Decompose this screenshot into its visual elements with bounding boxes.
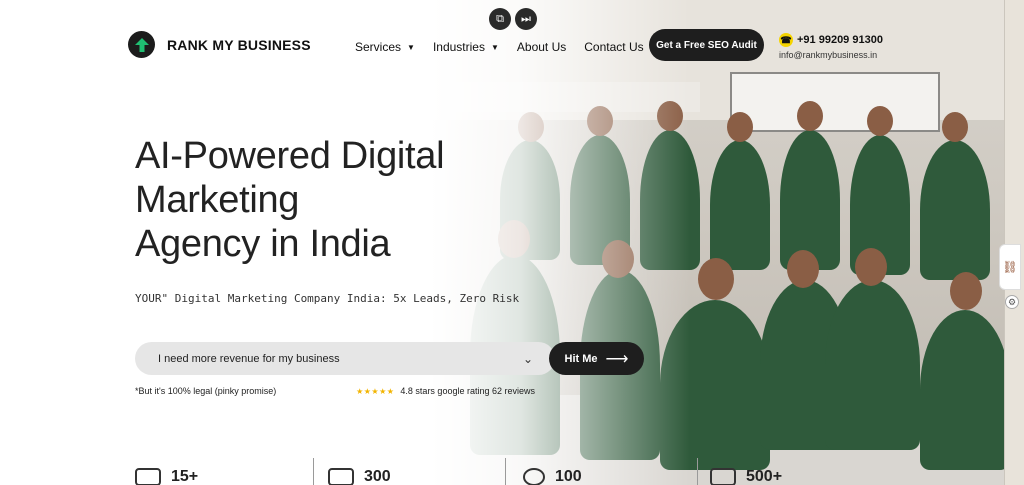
nav-label: Industries <box>432 40 485 54</box>
legal-note: *But it's 100% legal (pinky promise) <box>135 386 277 396</box>
up-arrow-icon <box>128 31 155 58</box>
free-seo-audit-button[interactable]: Get a Free SEO Audit <box>649 29 764 61</box>
hit-me-button[interactable]: Hit Me ⟶ <box>549 342 644 375</box>
stat-divider <box>313 458 314 485</box>
lead-form: I need more revenue for my business ⌄ Hi… <box>135 342 644 375</box>
nav-label: Contact Us <box>584 40 644 54</box>
team-member-head <box>855 248 887 286</box>
hero-title-line: Agency in India <box>135 223 391 265</box>
stat-item: 300 <box>328 468 391 485</box>
nav-industries[interactable]: Industries ▼ <box>433 40 499 54</box>
stat-item: 500+ <box>710 468 782 485</box>
skip-icon[interactable]: ⏭ <box>515 8 537 30</box>
person-icon: ⛓ <box>1002 260 1018 274</box>
hit-me-label: Hit Me <box>564 352 598 365</box>
team-member-head <box>950 272 982 310</box>
hero-title-line: AI-Powered Digital <box>135 135 445 177</box>
phone-number[interactable]: +91 99209 91300 <box>797 34 883 46</box>
team-member-head <box>698 258 734 300</box>
team-member-head <box>727 112 753 142</box>
nav-services[interactable]: Services ▼ <box>355 40 415 54</box>
stat-item: 100 <box>523 468 582 485</box>
google-rating: ★★★★★ 4.8 stars google rating 62 reviews <box>356 386 535 396</box>
accessibility-widget[interactable]: ⛓ <box>999 244 1021 290</box>
hero-title-line: Marketing <box>135 179 300 221</box>
stat-value: 300 <box>364 468 391 485</box>
team-member <box>920 310 1010 470</box>
goal-select[interactable]: I need more revenue for my business ⌄ <box>135 342 555 375</box>
team-member <box>825 280 920 450</box>
rating-text: 4.8 stars google rating 62 reviews <box>400 386 535 396</box>
contact-info: ☎ +91 99209 91300 info@rankmybusiness.in <box>779 33 883 60</box>
team-member-head <box>797 101 823 131</box>
copy-icon[interactable]: ⧉ <box>489 8 511 30</box>
main-nav: Services ▼ Industries ▼ About Us Contact… <box>355 40 644 54</box>
nav-label: About Us <box>516 40 567 54</box>
team-member-head <box>867 106 893 136</box>
stat-divider <box>505 458 506 485</box>
nav-label: Services <box>355 40 402 54</box>
nav-about-us[interactable]: About Us <box>517 40 566 54</box>
settings-gear-icon[interactable]: ⚙ <box>1005 295 1019 309</box>
rocket-icon <box>135 468 161 485</box>
team-member <box>780 130 840 270</box>
caret-down-icon: ▼ <box>407 42 415 52</box>
stat-item: 15+ <box>135 468 198 485</box>
goal-select-value: I need more revenue for my business <box>158 352 340 365</box>
media-controls: ⧉ ⏭ <box>489 8 537 30</box>
email-link[interactable]: info@rankmybusiness.in <box>779 50 883 60</box>
nav-contact-us[interactable]: Contact Us <box>584 40 643 54</box>
photo-whiteboard <box>730 72 940 132</box>
hero-notes: *But it's 100% legal (pinky promise) ★★★… <box>135 386 535 396</box>
monitor-icon <box>328 468 354 485</box>
brand-name: RANK MY BUSINESS <box>167 36 311 53</box>
hero-subtitle: YOUR" Digital Marketing Company India: 5… <box>135 292 520 305</box>
chevron-down-icon: ⌄ <box>522 351 533 366</box>
star-rating-icon: ★★★★★ <box>356 387 395 396</box>
team-member <box>710 140 770 270</box>
arrow-right-icon: ⟶ <box>605 350 629 368</box>
team-member-head <box>942 112 968 142</box>
stats-strip: 15+ 300 100 500+ <box>130 458 830 485</box>
target-icon <box>523 468 545 485</box>
team-member-head <box>787 250 819 288</box>
hero-title: AI-Powered Digital Marketing Agency in I… <box>135 134 515 266</box>
phone-icon: ☎ <box>779 33 793 47</box>
brand-logo[interactable]: RANK MY BUSINESS <box>128 31 311 58</box>
stat-value: 500+ <box>746 468 783 485</box>
caret-down-icon: ▼ <box>490 42 499 52</box>
page-scrollbar[interactable] <box>1004 0 1024 485</box>
growth-icon <box>710 468 736 485</box>
stat-divider <box>697 458 698 485</box>
stat-value: 100 <box>555 468 582 485</box>
team-photo <box>430 0 1024 485</box>
stat-value: 15+ <box>171 468 199 485</box>
team-member <box>920 140 990 280</box>
